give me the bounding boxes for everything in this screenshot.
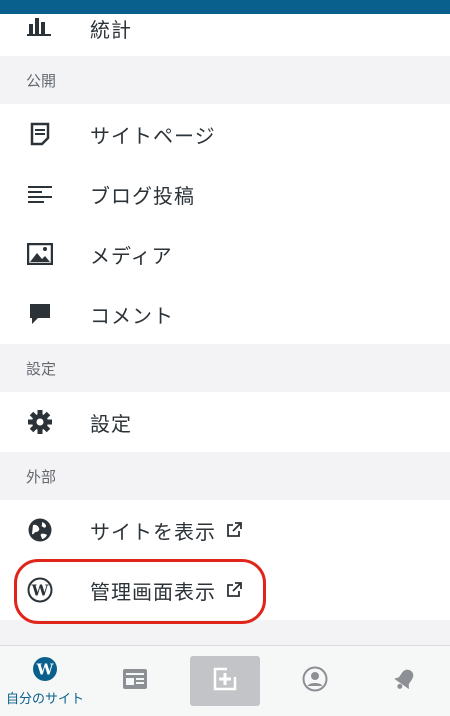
wordpress-icon: W: [26, 576, 54, 604]
external-link-icon: [226, 522, 242, 538]
menu-item-pages[interactable]: サイトページ: [0, 104, 450, 164]
tab-notifications[interactable]: [360, 646, 450, 716]
posts-list-icon: [26, 180, 54, 208]
svg-text:W: W: [36, 660, 55, 678]
external-link-icon: [226, 582, 242, 598]
tab-write-button[interactable]: [190, 656, 260, 706]
image-icon: [26, 240, 54, 268]
globe-icon: [26, 516, 54, 544]
menu-item-label: 統計: [90, 18, 132, 42]
new-post-icon: [212, 666, 238, 696]
divider: [0, 44, 450, 56]
section-header-settings: 設定: [0, 344, 450, 392]
menu-item-label: メディア: [90, 243, 173, 268]
section-header-publish: 公開: [0, 56, 450, 104]
tab-my-site[interactable]: W 自分のサイト: [0, 646, 90, 716]
menu-item-label: サイトを表示: [90, 516, 242, 545]
tab-label: 自分のサイト: [5, 691, 84, 707]
menu-item-media[interactable]: メディア: [0, 224, 450, 284]
menu-item-label: サイトページ: [90, 123, 216, 148]
menu-item-stats[interactable]: 統計: [0, 14, 450, 44]
top-app-bar: [0, 0, 450, 14]
menu-item-settings[interactable]: 設定: [0, 392, 450, 452]
bottom-navigation: W 自分のサイト: [0, 645, 450, 716]
menu-item-label: 管理画面表示: [90, 576, 242, 605]
stats-bar-icon: [26, 12, 54, 40]
site-menu: 統計 公開 サイトページ ブログ投稿 メディア コメント 設定 設定 外部 サイ…: [0, 14, 450, 620]
gear-icon: [26, 408, 54, 436]
menu-item-label: ブログ投稿: [90, 183, 195, 208]
page-icon: [26, 120, 54, 148]
wordpress-icon: W: [32, 656, 58, 686]
menu-item-view-site[interactable]: サイトを表示: [0, 500, 450, 560]
tab-me[interactable]: [270, 646, 360, 716]
svg-text:W: W: [31, 582, 50, 600]
comment-bubble-icon: [26, 300, 54, 328]
menu-item-label: 設定: [90, 411, 132, 436]
tab-reader[interactable]: [90, 646, 180, 716]
menu-item-label: コメント: [90, 303, 174, 328]
menu-item-posts[interactable]: ブログ投稿: [0, 164, 450, 224]
wp-admin-text: 管理画面表示: [90, 579, 216, 604]
menu-item-comments[interactable]: コメント: [0, 284, 450, 344]
section-header-external: 外部: [0, 452, 450, 500]
reader-icon: [123, 669, 147, 693]
view-site-text: サイトを表示: [90, 519, 216, 544]
profile-icon: [302, 666, 328, 696]
menu-item-wp-admin[interactable]: W 管理画面表示: [0, 560, 450, 620]
bell-icon: [392, 666, 418, 696]
